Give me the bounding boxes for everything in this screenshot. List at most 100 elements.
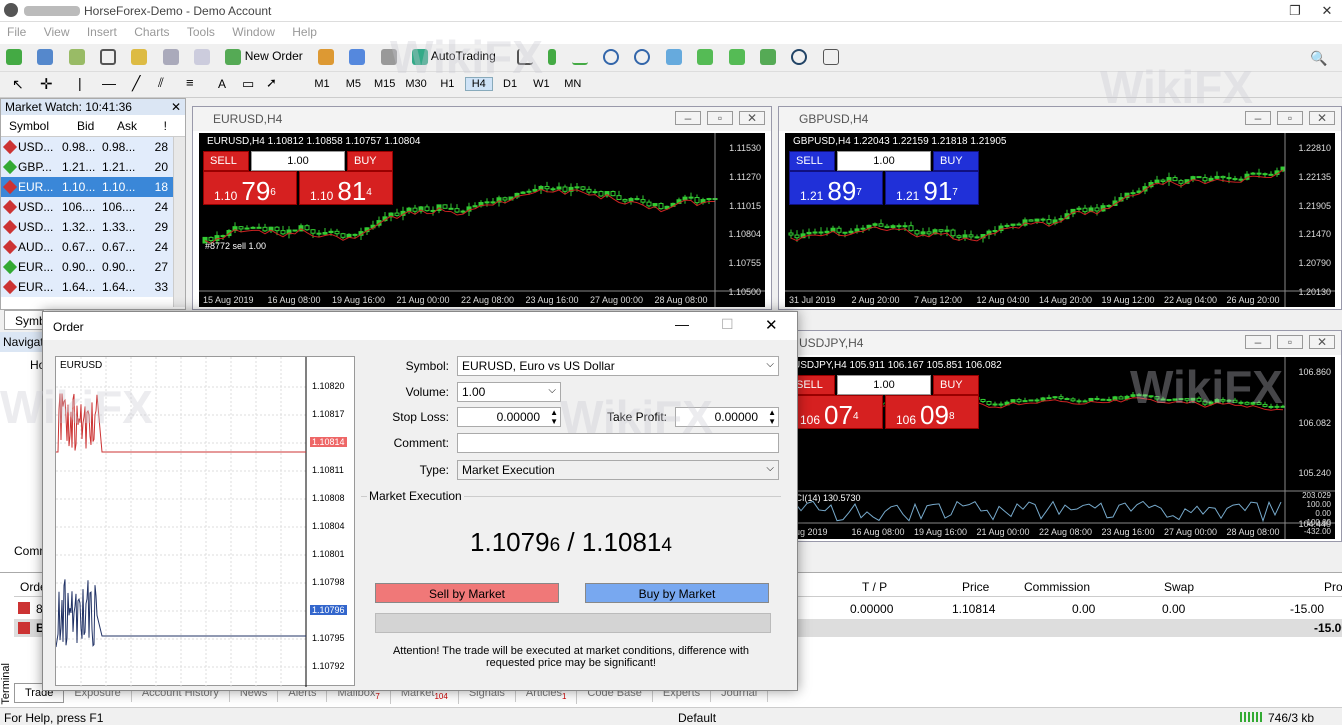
col-ask[interactable]: Ask [101, 119, 143, 133]
minimize-icon[interactable]: – [1245, 335, 1271, 349]
zoom-in-button[interactable] [599, 47, 623, 69]
close-icon[interactable]: ✕ [765, 316, 778, 334]
signals-button[interactable] [345, 47, 369, 69]
maximize-icon[interactable]: ☐ [721, 316, 734, 333]
one-click-sell-button[interactable]: SELL [789, 151, 835, 171]
sell-price-box[interactable]: 1.10 796 [203, 171, 297, 206]
list-item[interactable]: EUR... 1.10... 1.10... 18 [1, 177, 185, 197]
chart-canvas[interactable]: GBPUSD,H4 1.22043 1.22159 1.21818 1.2190… [785, 133, 1335, 307]
restore-icon[interactable]: ❐ [1280, 3, 1310, 19]
minimize-icon[interactable]: – [1245, 111, 1271, 125]
candlestick-button[interactable] [544, 47, 560, 69]
tile-windows-button[interactable] [662, 47, 686, 69]
sell-price-box[interactable]: 1.21 897 [789, 171, 883, 206]
buy-price-box[interactable]: 1.10 814 [299, 171, 393, 206]
minimize-icon[interactable]: – [675, 111, 701, 125]
col-swap[interactable]: Swap [1164, 580, 1194, 594]
menu-tools[interactable]: Tools [180, 22, 222, 42]
arrows-icon[interactable]: ➚ [266, 75, 277, 91]
col-tp[interactable]: T / P [862, 580, 887, 594]
sell-by-market-button[interactable]: Sell by Market [375, 583, 559, 603]
one-click-sell-button[interactable]: SELL [203, 151, 249, 171]
close-icon[interactable]: ✕ [171, 100, 181, 114]
list-item[interactable]: GBP... 1.21... 1.21... 20 [1, 157, 185, 177]
market-watch-button[interactable] [65, 47, 89, 69]
list-item[interactable]: USD... 0.98... 0.98... 28 [1, 137, 185, 157]
tf-m5[interactable]: M5 [339, 78, 367, 90]
new-chart-button[interactable] [2, 47, 26, 69]
bar-chart-button[interactable] [513, 47, 537, 69]
list-item[interactable]: EUR... 0.90... 0.90... 27 [1, 257, 185, 277]
menu-help[interactable]: Help [285, 22, 324, 42]
chart-canvas[interactable]: USDJPY,H4 105.911 106.167 105.851 106.08… [785, 357, 1335, 539]
menu-charts[interactable]: Charts [127, 22, 176, 42]
crosshair-tool-icon[interactable]: ✛ [40, 75, 53, 93]
list-item[interactable]: USD... 1.32... 1.33... 29 [1, 217, 185, 237]
buy-price-box[interactable]: 106 098 [885, 395, 979, 430]
tf-h1[interactable]: H1 [433, 78, 461, 90]
tf-d1[interactable]: D1 [496, 78, 524, 90]
tf-mn[interactable]: MN [559, 78, 587, 90]
menu-view[interactable]: View [37, 22, 77, 42]
comment-input[interactable] [457, 433, 779, 453]
maximize-icon[interactable]: ▫ [1277, 111, 1303, 125]
volume-stepper[interactable]: 1.00 [837, 151, 931, 171]
menu-file[interactable]: File [0, 22, 33, 42]
text-icon[interactable]: A [218, 77, 226, 91]
tf-m30[interactable]: M30 [402, 78, 430, 90]
minimize-icon[interactable]: — [675, 316, 689, 332]
take-profit-input[interactable]: 0.00000 ▲ ▼ [675, 407, 779, 427]
channel-icon[interactable]: ⫽ [158, 75, 164, 91]
volume-stepper[interactable]: 1.00 [251, 151, 345, 171]
one-click-buy-button[interactable]: BUY [933, 151, 979, 171]
one-click-buy-button[interactable]: BUY [933, 375, 979, 395]
col-profit[interactable]: Pro [1324, 580, 1342, 594]
col-commission[interactable]: Commission [1024, 580, 1090, 594]
stepper-icon[interactable]: ▲ ▼ [550, 408, 558, 426]
market-watch-tab[interactable]: Symbol [4, 310, 55, 330]
close-icon[interactable]: ✕ [739, 111, 765, 125]
fibonacci-icon[interactable]: ≡ [186, 75, 194, 90]
periods-button[interactable] [787, 47, 811, 69]
close-icon[interactable]: ✕ [1309, 335, 1335, 349]
one-click-buy-button[interactable]: BUY [347, 151, 393, 171]
symbol-select[interactable]: EURUSD, Euro vs US Dollar ⌵ [457, 356, 779, 376]
stop-loss-input[interactable]: 0.00000 ▲ ▼ [457, 407, 561, 427]
vertical-line-icon[interactable]: | [78, 75, 82, 91]
col-price[interactable]: Price [962, 580, 989, 594]
buy-price-box[interactable]: 1.21 917 [885, 171, 979, 206]
data-window-button[interactable] [96, 47, 120, 69]
search-icon[interactable]: 🔍 [1310, 50, 1327, 67]
trendline-icon[interactable]: ╱ [132, 75, 140, 92]
radio-button-tool[interactable] [377, 47, 401, 69]
list-item[interactable]: AUD... 0.67... 0.67... 24 [1, 237, 185, 257]
list-item[interactable]: EUR... 1.64... 1.64... 33 [1, 277, 185, 297]
buy-by-market-button[interactable]: Buy by Market [585, 583, 769, 603]
zoom-out-button[interactable] [630, 47, 654, 69]
col-bid[interactable]: Bid [61, 119, 101, 133]
cursor-icon[interactable]: ↖ [12, 76, 24, 93]
navigator-button[interactable] [127, 47, 151, 69]
chart-canvas[interactable]: EURUSD,H4 1.10812 1.10858 1.10757 1.1080… [199, 133, 765, 307]
col-spread[interactable]: ! [143, 119, 167, 133]
maximize-icon[interactable]: ▫ [1277, 335, 1303, 349]
navigator-item[interactable]: Ho [0, 352, 45, 372]
menu-insert[interactable]: Insert [80, 22, 124, 42]
col-symbol[interactable]: Symbol [1, 119, 61, 133]
templates-button[interactable] [819, 47, 843, 69]
volume-stepper[interactable]: 1.00 [837, 375, 931, 395]
horizontal-line-icon[interactable]: — [102, 75, 116, 91]
profiles-button[interactable] [33, 47, 57, 69]
menu-window[interactable]: Window [225, 22, 282, 42]
volume-select[interactable]: 1.00 ⌵ [457, 382, 561, 402]
metaeditor-button[interactable] [314, 47, 338, 69]
sell-price-box[interactable]: 106 074 [789, 395, 883, 430]
chart-shift-button[interactable] [725, 47, 749, 69]
line-chart-button[interactable] [568, 47, 592, 69]
list-item[interactable]: USD... 106.... 106.... 24 [1, 197, 185, 217]
tf-m1[interactable]: M1 [308, 78, 336, 90]
stepper-icon[interactable]: ▲ ▼ [768, 408, 776, 426]
type-select[interactable]: Market Execution ⌵ [457, 460, 779, 480]
tf-h4[interactable]: H4 [464, 77, 493, 91]
tester-button[interactable] [190, 47, 214, 69]
